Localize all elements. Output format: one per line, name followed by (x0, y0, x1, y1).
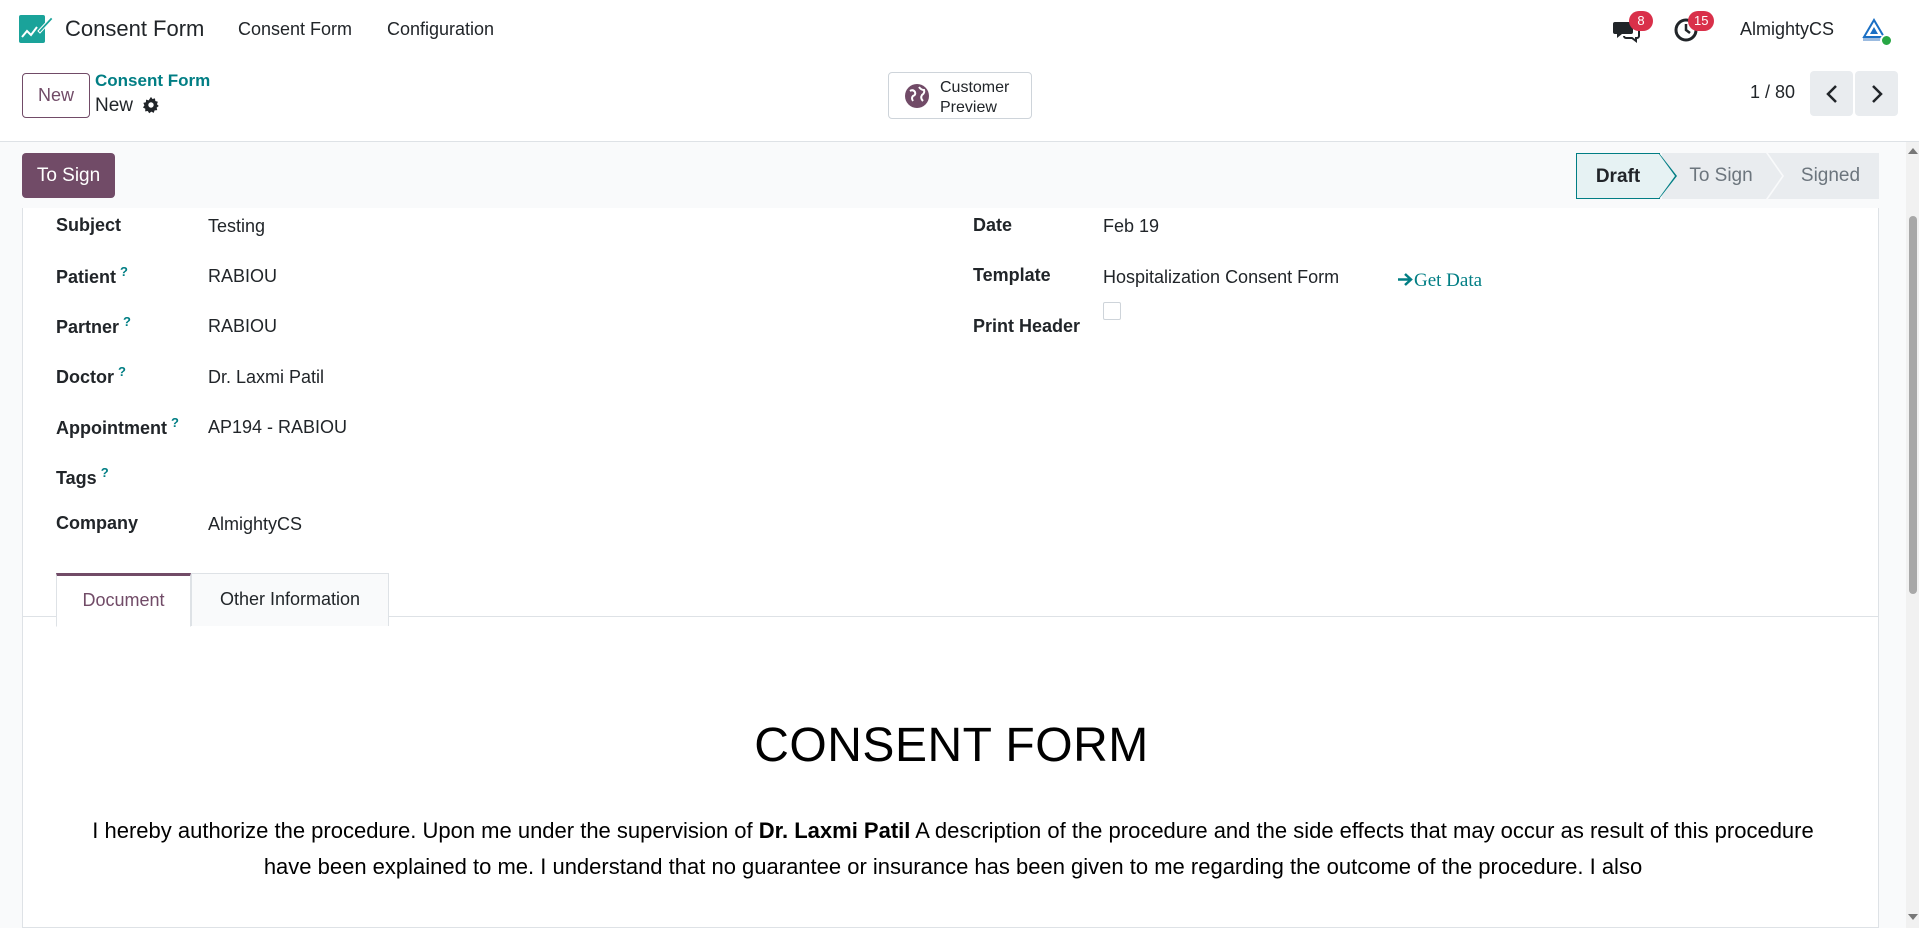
consent-form-app-icon[interactable] (18, 13, 54, 45)
date-field[interactable]: Feb 19 (1103, 216, 1159, 237)
date-label: Date (973, 215, 1013, 235)
stage-to-sign[interactable]: To Sign (1662, 153, 1782, 199)
patient-help-icon[interactable]: ? (120, 264, 128, 279)
top-navbar: Consent Form Consent Form Configuration … (0, 0, 1919, 58)
notebook-tabs: Document Other Information (23, 573, 1878, 627)
menu-consent-form[interactable]: Consent Form (238, 19, 352, 40)
partner-field[interactable]: RABIOU (208, 316, 277, 337)
tags-label: Tags? (56, 465, 109, 488)
appointment-help-icon[interactable]: ? (171, 415, 179, 430)
company-field[interactable]: AlmightyCS (208, 514, 302, 535)
document-title: CONSENT FORM (754, 719, 1149, 772)
user-name[interactable]: AlmightyCS (1740, 19, 1834, 40)
template-label: Template (973, 265, 1051, 285)
to-sign-button[interactable]: To Sign (22, 153, 115, 198)
activities-badge: 15 (1688, 11, 1715, 31)
online-status-indicator (1880, 34, 1893, 47)
appointment-field[interactable]: AP194 - RABIOU (208, 417, 347, 438)
patient-label: Patient? (56, 264, 128, 287)
doctor-field[interactable]: Dr. Laxmi Patil (208, 367, 324, 388)
chevron-left-icon (1825, 84, 1837, 103)
customer-preview-label: Customer Preview (940, 79, 1010, 116)
tab-document[interactable]: Document (56, 573, 191, 627)
tags-field[interactable] (208, 465, 808, 489)
control-panel: New Consent Form New Customer Preview 1 … (0, 58, 1919, 142)
get-data-button[interactable]: Get Data (1397, 270, 1482, 292)
customer-preview-button[interactable]: Customer Preview (888, 72, 1032, 119)
print-header-label: Print Header (973, 316, 1081, 336)
partner-label: Partner? (56, 314, 131, 337)
tab-other-information[interactable]: Other Information (191, 573, 389, 626)
pager-previous-button[interactable] (1810, 71, 1853, 116)
subject-label: Subject (56, 215, 122, 235)
patient-field[interactable]: RABIOU (208, 266, 277, 287)
stage-draft[interactable]: Draft (1576, 153, 1677, 199)
partner-help-icon[interactable]: ? (123, 314, 131, 329)
template-field[interactable]: Hospitalization Consent Form (1103, 267, 1339, 288)
new-button[interactable]: New (22, 73, 90, 118)
gear-icon[interactable] (142, 96, 160, 114)
vertical-scrollbar[interactable] (1906, 142, 1919, 928)
messages-badge: 8 (1629, 11, 1653, 31)
scroll-down-arrow-icon[interactable] (1908, 914, 1918, 920)
company-label: Company (56, 513, 139, 533)
paragraph-text-start: I hereby authorize the procedure. Upon m… (92, 818, 759, 843)
appointment-label: Appointment? (56, 415, 179, 438)
breadcrumb-parent[interactable]: Consent Form (95, 71, 210, 91)
scroll-thumb[interactable] (1909, 216, 1917, 594)
arrow-right-icon (1398, 273, 1413, 286)
tags-help-icon[interactable]: ? (101, 465, 109, 480)
paragraph-doctor-name: Dr. Laxmi Patil (758, 818, 911, 843)
doctor-help-icon[interactable]: ? (118, 364, 126, 379)
stage-signed[interactable]: Signed (1768, 153, 1879, 199)
menu-configuration[interactable]: Configuration (387, 19, 494, 40)
chevron-right-icon (1871, 84, 1883, 103)
document-paragraph: I hereby authorize the procedure. Upon m… (68, 813, 1838, 885)
globe-icon (905, 84, 929, 108)
pager-value[interactable]: 1 / 80 (1750, 82, 1795, 103)
status-bar: To Sign Signed To Sign Draft (0, 142, 1906, 208)
doctor-label: Doctor? (56, 364, 126, 387)
get-data-label: Get Data (1414, 270, 1483, 291)
form-body: To Sign Signed To Sign Draft Subject Tes… (0, 142, 1906, 928)
print-header-checkbox[interactable] (1103, 302, 1121, 320)
pager-next-button[interactable] (1855, 71, 1898, 116)
scroll-up-arrow-icon[interactable] (1908, 148, 1918, 154)
form-sheet: Subject Testing Patient? RABIOU Partner?… (22, 208, 1879, 928)
app-title[interactable]: Consent Form (65, 16, 204, 42)
subject-field[interactable]: Testing (208, 216, 265, 237)
breadcrumb-current: New (95, 95, 134, 116)
